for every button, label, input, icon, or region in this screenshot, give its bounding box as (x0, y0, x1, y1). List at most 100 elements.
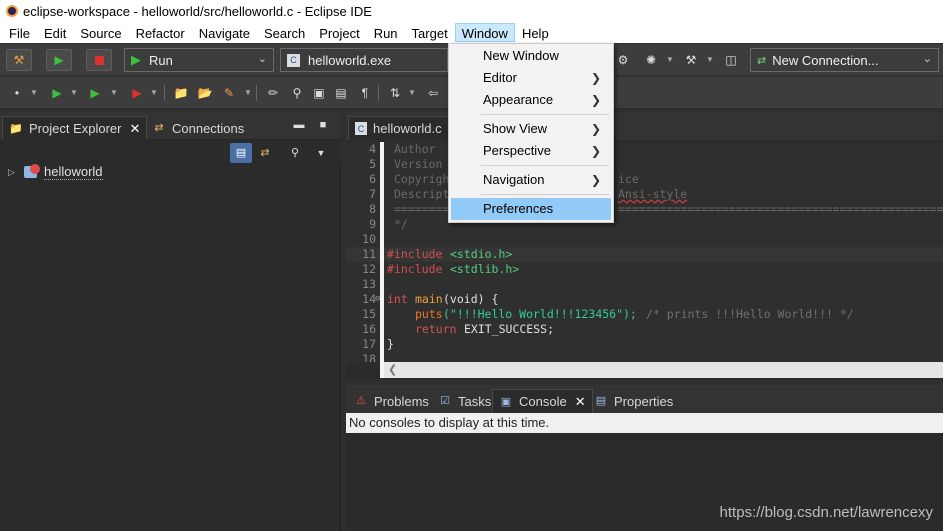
tab-project-explorer-label: Project Explorer (29, 121, 122, 136)
search-icon[interactable]: ⚲ (288, 85, 306, 101)
menu-item-label: Editor (483, 70, 517, 85)
bottom-panel-tabs: ⚠ Problems ☑ Tasks ▣ Console ✕ ▤ Propert… (346, 385, 943, 413)
editor-horizontal-scrollbar[interactable]: ❮ (384, 362, 943, 378)
menu-item-appearance[interactable]: Appearance ❯ (451, 89, 611, 111)
chevron-down-icon[interactable]: ▼ (244, 85, 252, 101)
collapse-all-icon[interactable]: ▤ (230, 143, 252, 163)
tree-item-helloworld[interactable]: ▷ helloworld (8, 162, 103, 182)
run-external-tool-icon[interactable]: ▶ (86, 85, 104, 101)
menu-item-preferences[interactable]: Preferences (451, 198, 611, 220)
preprocessor-directive: #include (387, 247, 443, 261)
tab-console[interactable]: ▣ Console ✕ (492, 389, 593, 413)
line-number: 14 (362, 292, 376, 306)
hammer-icon[interactable]: ⚒ (682, 52, 700, 68)
project-explorer-panel: 📁 Project Explorer ✕ ⇄ Connections ▬ ■ ▤… (0, 112, 341, 531)
pencil-icon[interactable]: ✏ (264, 85, 282, 101)
line-number: 6 (369, 172, 376, 186)
menu-item-navigation[interactable]: Navigation ❯ (451, 169, 611, 191)
tab-connections-label: Connections (172, 120, 245, 136)
tab-helloworld-c[interactable]: C helloworld.c (348, 116, 449, 140)
chevron-down-icon[interactable]: ▼ (408, 85, 416, 101)
chevron-down-icon[interactable]: ▼ (70, 85, 78, 101)
link-with-editor-icon[interactable]: ⇄ (254, 143, 276, 163)
minimize-icon[interactable]: ▬ (292, 118, 306, 132)
annotation-icon[interactable]: ⇅ (386, 85, 404, 101)
debug-icon[interactable]: • (8, 85, 26, 101)
menu-run[interactable]: Run (367, 23, 405, 42)
binary-file-icon[interactable]: ◫ (722, 52, 740, 68)
menu-source[interactable]: Source (73, 23, 128, 42)
build-button[interactable]: ⚒ (6, 49, 32, 71)
back-icon[interactable]: ⇦ (424, 85, 442, 101)
close-icon[interactable]: ✕ (129, 121, 140, 137)
tab-tasks[interactable]: ☑ Tasks (432, 389, 497, 413)
tab-connections[interactable]: ⇄ Connections (146, 116, 250, 140)
menu-navigate[interactable]: Navigate (192, 23, 257, 42)
menu-item-label: Perspective (483, 143, 551, 158)
properties-icon: ▤ (595, 395, 607, 407)
submenu-arrow-icon: ❯ (590, 71, 601, 85)
launch-button[interactable]: ▶ (46, 49, 72, 71)
gear-icon[interactable]: ⚙ (614, 52, 632, 68)
line-number: 13 (362, 277, 376, 291)
view-menu-icon[interactable]: ▼ (310, 143, 332, 163)
menu-item-label: Navigation (483, 172, 545, 187)
string-literal: ("!!!Hello World!!!123456"); (443, 307, 637, 321)
code-text: Copyrigh (394, 172, 450, 186)
close-icon[interactable]: ✕ (575, 394, 586, 410)
line-number: 8 (369, 202, 376, 216)
menu-window[interactable]: Window (454, 23, 515, 42)
menu-edit[interactable]: Edit (37, 23, 73, 42)
scroll-left-icon[interactable]: ❮ (388, 363, 397, 376)
run-icon[interactable]: ▶ (48, 85, 66, 101)
toggle-icon[interactable]: ▣ (310, 85, 328, 101)
menu-item-show-view[interactable]: Show View ❯ (451, 118, 611, 140)
menu-help[interactable]: Help (515, 23, 556, 42)
code-text-tail: ice (618, 172, 639, 186)
chevron-down-icon[interactable]: ▼ (666, 52, 674, 68)
code-editor[interactable]: 4 Author 5 Version 6 Copyrigh ice 7 Descript A… (346, 142, 943, 362)
block-icon[interactable]: ▤ (332, 85, 350, 101)
code-text: } (387, 337, 394, 351)
settings-icon[interactable]: ✺ (642, 52, 660, 68)
left-panel-tabs: 📁 Project Explorer ✕ ⇄ Connections ▬ ■ (0, 112, 341, 140)
toolbar-separator (164, 85, 165, 101)
folder-icon[interactable]: 📂 (196, 85, 214, 101)
tab-problems[interactable]: ⚠ Problems (348, 389, 435, 413)
menu-separator (481, 165, 609, 166)
chevron-down-icon[interactable]: ▼ (30, 85, 38, 101)
launch-target-select[interactable]: C helloworld.exe (280, 48, 448, 72)
pilcrow-icon[interactable]: ¶ (356, 85, 374, 101)
tab-tasks-label: Tasks (458, 393, 492, 409)
chevron-down-icon[interactable]: ▼ (706, 52, 714, 68)
stop-button[interactable] (86, 49, 112, 71)
submenu-arrow-icon: ❯ (590, 122, 601, 136)
chevron-down-icon[interactable]: ▼ (110, 85, 118, 101)
menu-search[interactable]: Search (257, 23, 312, 42)
menu-target[interactable]: Target (405, 23, 455, 42)
filter-icon[interactable]: ⚲ (284, 143, 306, 163)
connection-select[interactable]: ⇄ New Connection... ⌄ (750, 48, 939, 72)
chevron-down-icon[interactable]: ▼ (150, 85, 158, 101)
menu-item-perspective[interactable]: Perspective ❯ (451, 140, 611, 162)
menu-item-label: New Window (483, 48, 559, 63)
keyword: int (387, 292, 408, 306)
menu-item-new-window[interactable]: New Window (451, 45, 611, 67)
tab-project-explorer[interactable]: 📁 Project Explorer ✕ (2, 116, 148, 140)
menu-refactor[interactable]: Refactor (129, 23, 192, 42)
coverage-icon[interactable]: ▶ (128, 85, 146, 101)
menu-separator (481, 114, 609, 115)
tab-properties[interactable]: ▤ Properties (588, 389, 679, 413)
tasks-icon: ☑ (440, 395, 450, 407)
menu-project[interactable]: Project (312, 23, 366, 42)
c-file-icon: C (355, 122, 367, 135)
brush-icon[interactable]: ✎ (220, 85, 238, 101)
chevron-right-icon[interactable]: ▷ (8, 167, 18, 178)
maximize-icon[interactable]: ■ (316, 118, 330, 132)
inline-comment: /* prints !!!Hello World!!! */ (646, 307, 854, 321)
open-folder-icon[interactable]: 📁 (172, 85, 190, 101)
tab-properties-label: Properties (614, 393, 674, 409)
menu-file[interactable]: File (2, 23, 37, 42)
menu-item-editor[interactable]: Editor ❯ (451, 67, 611, 89)
launch-mode-select[interactable]: ▶ Run ⌄ (124, 48, 274, 72)
